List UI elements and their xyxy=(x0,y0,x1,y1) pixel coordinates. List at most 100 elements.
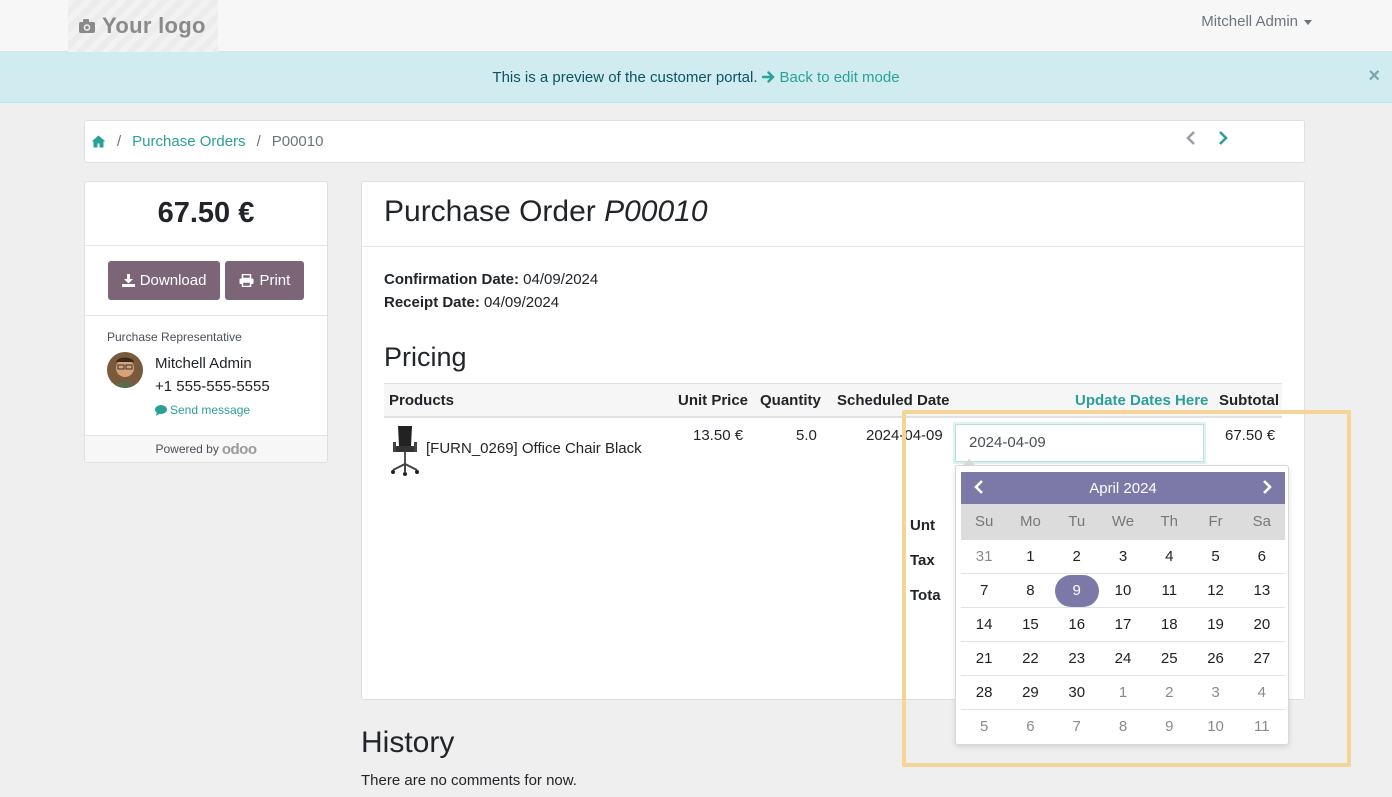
calendar-day[interactable]: 5 xyxy=(961,710,1007,744)
calendar-day[interactable]: 11 xyxy=(1239,710,1285,744)
calendar-day[interactable]: 17 xyxy=(1100,608,1146,641)
calendar-day[interactable]: 4 xyxy=(1146,540,1192,573)
top-navbar: Your logo Mitchell Admin xyxy=(0,0,1392,52)
company-logo[interactable]: Your logo xyxy=(68,0,218,52)
calendar-day[interactable]: 3 xyxy=(1100,540,1146,573)
calendar-day-label: 11 xyxy=(1254,718,1270,735)
calendar-day[interactable]: 31 xyxy=(961,540,1007,573)
print-label: Print xyxy=(259,272,291,289)
calendar-day[interactable]: 2 xyxy=(1054,540,1100,573)
printer-icon xyxy=(239,274,254,287)
calendar-day[interactable]: 21 xyxy=(961,642,1007,675)
month-label[interactable]: April 2024 xyxy=(1089,480,1157,497)
weekday-label: Sa xyxy=(1252,513,1271,530)
odoo-logo[interactable]: odoo xyxy=(222,441,257,458)
chevron-left-icon[interactable] xyxy=(1186,130,1196,150)
calendar-day-label: 29 xyxy=(1022,684,1039,701)
calendar-day-label: 6 xyxy=(1257,548,1266,565)
weekday-header: Su Mo Tu We Th Fr Sa xyxy=(961,504,1285,540)
chevron-right-icon[interactable] xyxy=(1261,478,1273,500)
calendar-day-selected[interactable]: 9 xyxy=(1054,574,1100,607)
calendar-day[interactable]: 3 xyxy=(1192,676,1238,709)
calendar-day[interactable]: 7 xyxy=(1054,710,1100,744)
total-label: Tota xyxy=(910,587,941,604)
calendar-day[interactable]: 1 xyxy=(1007,540,1053,573)
calendar-day[interactable]: 30 xyxy=(1054,676,1100,709)
calendar-day-label: 17 xyxy=(1114,616,1132,633)
record-pager xyxy=(1186,130,1228,150)
calendar-day[interactable]: 6 xyxy=(1239,540,1285,573)
calendar-week: 7 8 9 10 11 12 13 xyxy=(961,574,1285,608)
download-button[interactable]: Download xyxy=(107,261,221,300)
table-header: Products Unit Price Quantity Scheduled D… xyxy=(384,383,1282,418)
calendar-day[interactable]: 20 xyxy=(1239,608,1285,641)
send-message-link[interactable]: Send message xyxy=(155,403,270,417)
calendar-day-label: 28 xyxy=(975,684,993,701)
calendar-day[interactable]: 10 xyxy=(1192,710,1238,744)
close-icon[interactable]: × xyxy=(1368,66,1380,86)
breadcrumb: / Purchase Orders / P00010 xyxy=(84,120,1305,163)
back-to-edit-link[interactable]: Back to edit mode xyxy=(780,69,900,86)
download-label: Download xyxy=(139,272,207,289)
calendar-day[interactable]: 13 xyxy=(1239,574,1285,607)
calendar-day-label: 21 xyxy=(975,650,993,667)
receipt-date-label: Receipt Date: xyxy=(384,294,480,311)
calendar-day-label: 8 xyxy=(1026,582,1035,599)
calendar-day-label: 12 xyxy=(1207,582,1224,599)
comment-icon xyxy=(155,404,167,416)
user-name: Mitchell Admin xyxy=(1201,13,1298,30)
calendar-day[interactable]: 26 xyxy=(1192,642,1238,675)
user-menu[interactable]: Mitchell Admin xyxy=(1201,13,1312,30)
calendar-day-label: 24 xyxy=(1114,650,1132,667)
calendar-day[interactable]: 18 xyxy=(1146,608,1192,641)
order-number: P00010 xyxy=(604,195,708,228)
calendar-day[interactable]: 4 xyxy=(1239,676,1285,709)
calendar-day-label: 10 xyxy=(1207,718,1224,735)
calendar-day[interactable]: 8 xyxy=(1100,710,1146,744)
calendar-day[interactable]: 22 xyxy=(1007,642,1053,675)
col-scheduled-date: Scheduled Date xyxy=(837,392,950,409)
calendar-day[interactable]: 8 xyxy=(1007,574,1053,607)
update-date-input[interactable]: 2024-04-09 xyxy=(955,424,1204,462)
weekday-label: Fr xyxy=(1208,513,1223,530)
calendar-day[interactable]: 15 xyxy=(1007,608,1053,641)
calendar-day[interactable]: 25 xyxy=(1146,642,1192,675)
calendar-day[interactable]: 16 xyxy=(1054,608,1100,641)
pricing-title: Pricing xyxy=(384,342,467,372)
col-unit-price: Unit Price xyxy=(678,392,749,409)
col-quantity: Quantity xyxy=(760,392,821,409)
chevron-left-icon[interactable] xyxy=(973,478,985,500)
calendar-day[interactable]: 1 xyxy=(1100,676,1146,709)
home-icon[interactable] xyxy=(91,135,106,148)
calendar-week: 21 22 23 24 25 26 27 xyxy=(961,642,1285,676)
print-button[interactable]: Print xyxy=(225,261,305,300)
breadcrumb-current: P00010 xyxy=(271,133,324,150)
calendar-day[interactable]: 7 xyxy=(961,574,1007,607)
calendar-day[interactable]: 10 xyxy=(1100,574,1146,607)
powered-by-text: Powered by xyxy=(155,442,219,456)
calendar-day[interactable]: 19 xyxy=(1192,608,1238,641)
calendar-day[interactable]: 28 xyxy=(961,676,1007,709)
calendar-day[interactable]: 6 xyxy=(1007,710,1053,744)
calendar-day-label: 5 xyxy=(1211,548,1220,565)
sidebar-actions: Download Print xyxy=(85,246,327,316)
calendar-day[interactable]: 11 xyxy=(1146,574,1192,607)
calendar-day[interactable]: 5 xyxy=(1192,540,1238,573)
calendar-day[interactable]: 27 xyxy=(1239,642,1285,675)
calendar-day[interactable]: 9 xyxy=(1146,710,1192,744)
calendar-day[interactable]: 14 xyxy=(961,608,1007,641)
chevron-right-icon[interactable] xyxy=(1218,130,1228,150)
breadcrumb-purchase-orders[interactable]: Purchase Orders xyxy=(132,133,245,150)
caret-down-icon xyxy=(1304,20,1312,25)
calendar-day[interactable]: 24 xyxy=(1100,642,1146,675)
weekday-label: Th xyxy=(1160,513,1179,530)
calendar-day[interactable]: 29 xyxy=(1007,676,1053,709)
calendar-day[interactable]: 2 xyxy=(1146,676,1192,709)
confirmation-date-value: 04/09/2024 xyxy=(523,271,599,288)
picker-header: April 2024 xyxy=(961,472,1285,504)
calendar-day[interactable]: 23 xyxy=(1054,642,1100,675)
calendar-day[interactable]: 12 xyxy=(1192,574,1238,607)
col-subtotal: Subtotal xyxy=(1219,392,1279,409)
calendar-week: 14 15 16 17 18 19 20 xyxy=(961,608,1285,642)
calendar-day-label: 20 xyxy=(1253,616,1271,633)
